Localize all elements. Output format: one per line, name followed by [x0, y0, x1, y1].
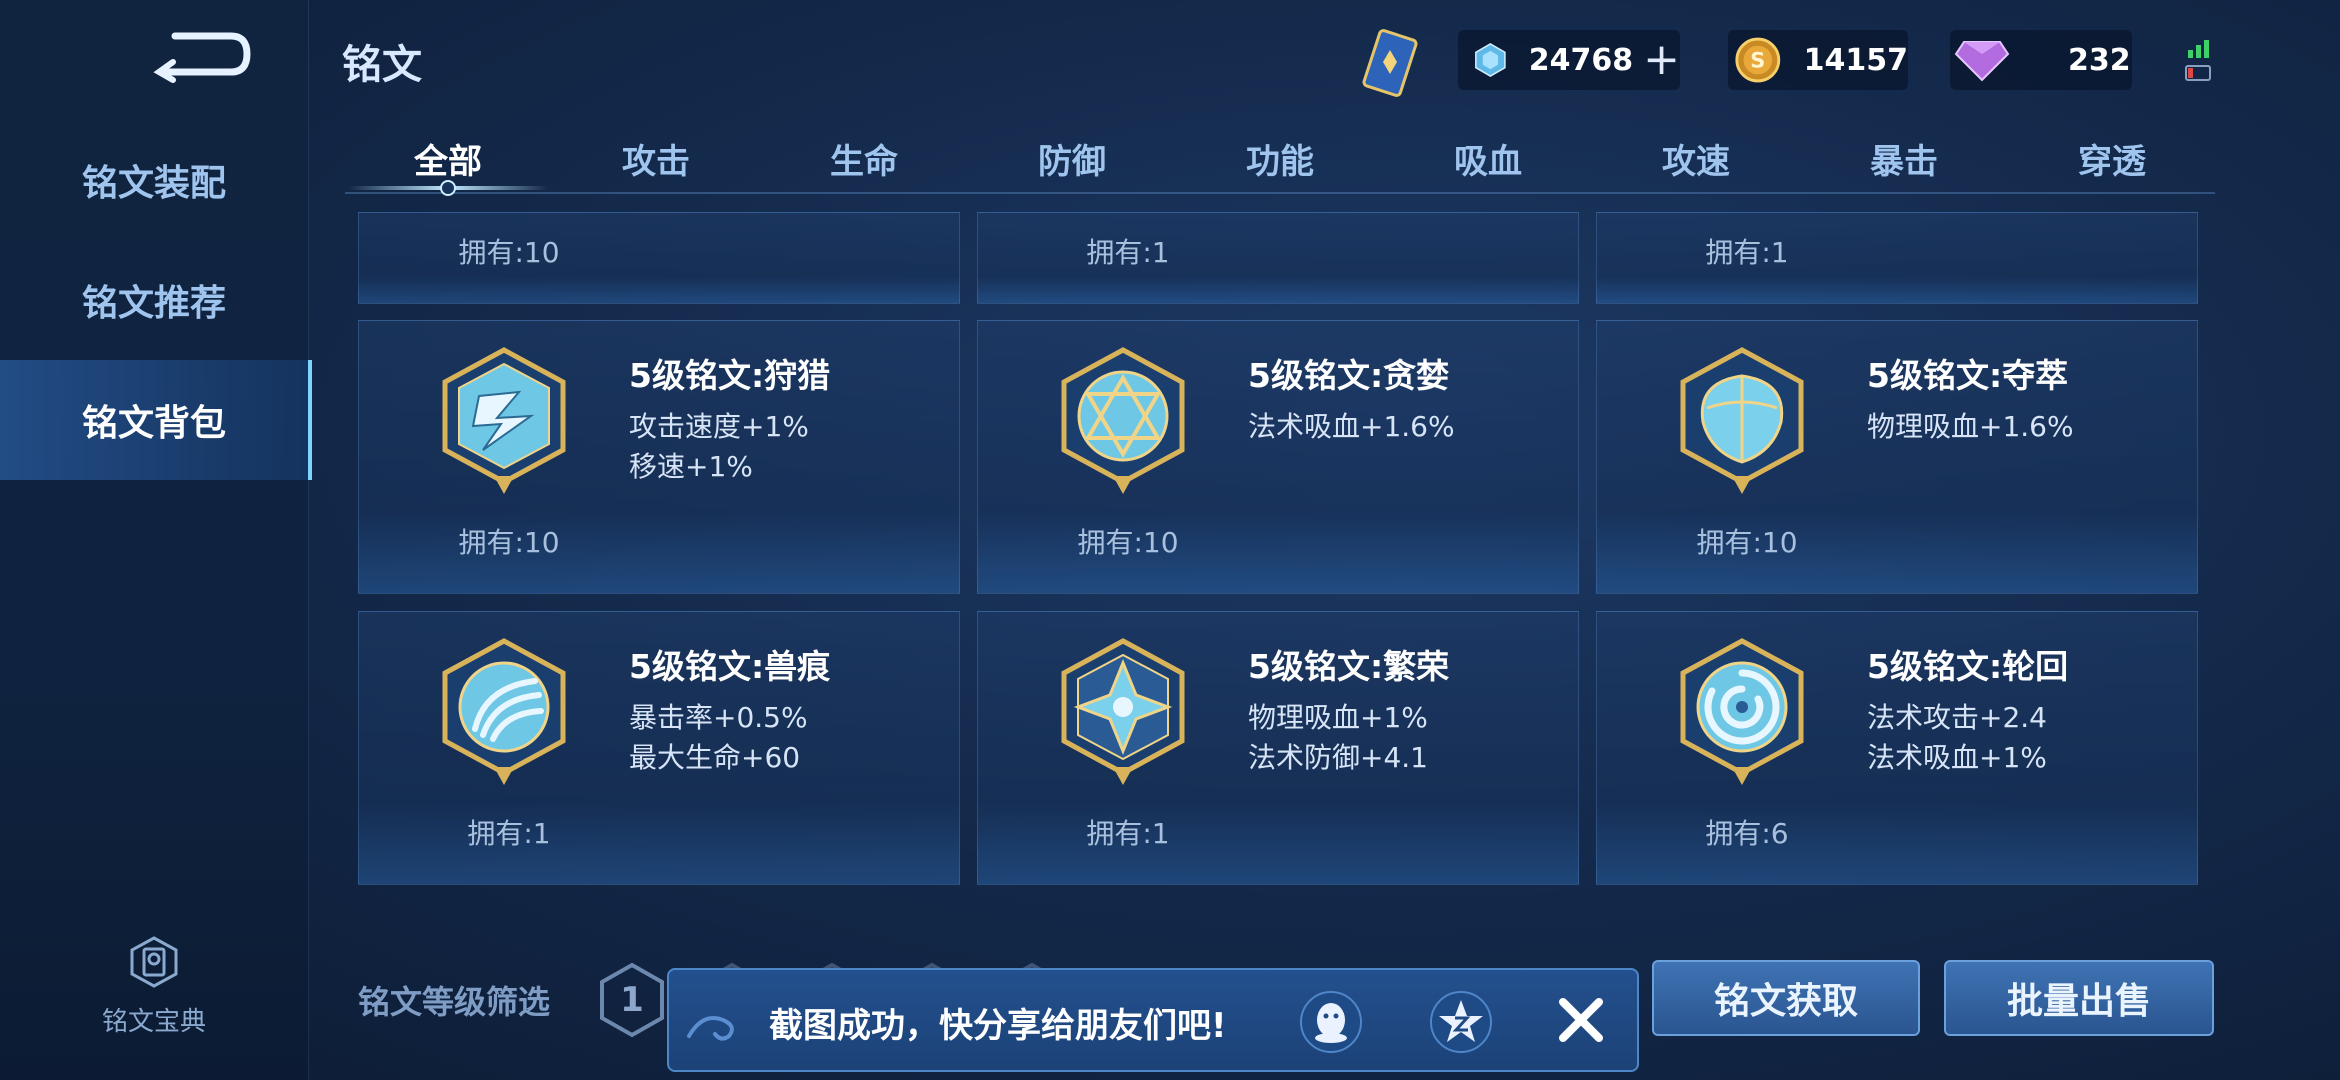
owned-count: 拥有:1	[1086, 817, 1170, 850]
sidebar-item-backpack[interactable]: 铭文背包	[0, 360, 312, 480]
plunder-rune-icon	[1680, 347, 1804, 494]
rune-card-plunder[interactable]: 5级铭文:夺萃 物理吸血+1.6% 拥有:10	[1596, 320, 2198, 594]
rune-name: 5级铭文:兽痕	[629, 647, 831, 686]
tab-utility[interactable]: 功能	[1200, 134, 1360, 183]
sidebar-item-label: 铭文背包	[81, 403, 226, 444]
category-tabs: 全部 攻击 生命 防御 功能 吸血 攻速 暴击 穿透	[345, 130, 2215, 196]
signal-battery-icon	[2185, 40, 2211, 81]
owned-count: 拥有:1	[1086, 236, 1170, 269]
coin-value: 14157	[1803, 42, 1908, 78]
sidebar-item-equip[interactable]: 铭文装配	[0, 120, 308, 240]
close-icon[interactable]	[1549, 988, 1613, 1052]
rune-attribute: 法术吸血+1%	[1867, 741, 2047, 774]
plus-icon[interactable]: +	[1643, 38, 1680, 82]
rune-name: 5级铭文:夺萃	[1867, 356, 2069, 395]
sidebar-item-recommend[interactable]: 铭文推荐	[0, 240, 308, 360]
active-tab-dot	[440, 180, 456, 196]
tab-defense[interactable]: 防御	[992, 134, 1152, 183]
acquire-runes-button[interactable]: 铭文获取	[1652, 960, 1920, 1036]
hunt-rune-icon	[442, 347, 566, 494]
coin-icon: S	[1735, 37, 1781, 83]
owned-count: 拥有:10	[1696, 526, 1798, 559]
rune-card-partial[interactable]: 拥有:1	[1596, 212, 2198, 304]
crystal-currency: 24768 +	[1458, 30, 1680, 90]
rune-card-hunt[interactable]: 5级铭文:狩猎 攻击速度+1% 移速+1% 拥有:10	[358, 320, 960, 594]
level-filter-1[interactable]: 1	[598, 962, 666, 1038]
share-toast: 截图成功，快分享给朋友们吧!	[667, 968, 1639, 1072]
rune-name: 5级铭文:狩猎	[629, 356, 831, 395]
crystal-icon	[1475, 43, 1506, 77]
rune-attribute: 暴击率+0.5%	[629, 701, 808, 734]
rune-card-partial[interactable]: 拥有:10	[358, 212, 960, 304]
rune-attribute: 攻击速度+1%	[629, 410, 809, 443]
codex-button[interactable]: 铭文宝典	[0, 935, 308, 1038]
tab-penetration[interactable]: 穿透	[2032, 134, 2192, 183]
codex-book-icon	[130, 936, 178, 988]
owned-count: 拥有:10	[458, 526, 560, 559]
gem-value: 232	[2068, 42, 2131, 78]
svg-text:S: S	[1750, 49, 1765, 73]
rune-attribute: 法术攻击+2.4	[1867, 701, 2047, 734]
owned-count: 拥有:1	[467, 817, 551, 850]
crystal-value: 24768	[1528, 42, 1634, 78]
rune-attribute: 法术吸血+1.6%	[1248, 410, 1455, 443]
prosperity-rune-icon	[1061, 638, 1185, 785]
owned-count: 拥有:10	[458, 236, 560, 269]
owned-count: 拥有:6	[1705, 817, 1789, 850]
qq-share-icon[interactable]	[1299, 990, 1363, 1054]
tab-attack[interactable]: 攻击	[576, 134, 736, 183]
rune-card-beast-mark[interactable]: 5级铭文:兽痕 暴击率+0.5% 最大生命+60 拥有:1	[358, 611, 960, 885]
rune-attribute: 物理吸血+1.6%	[1867, 410, 2074, 443]
level-filter-label: 铭文等级筛选	[358, 983, 551, 1021]
bulk-sell-button[interactable]: 批量出售	[1944, 960, 2214, 1036]
toast-message: 截图成功，快分享给朋友们吧!	[769, 1006, 1227, 1046]
rune-name: 5级铭文:繁荣	[1248, 647, 1450, 686]
tab-health[interactable]: 生命	[784, 134, 944, 183]
back-arrow-icon[interactable]	[145, 28, 255, 84]
page-title: 铭文	[342, 42, 422, 88]
rune-name: 5级铭文:轮回	[1867, 647, 2069, 686]
rune-attribute: 最大生命+60	[629, 741, 801, 774]
owned-count: 拥有:10	[1077, 526, 1179, 559]
cloud-swirl-icon	[687, 1016, 734, 1041]
diamond-icon	[1954, 41, 2010, 82]
rune-attribute: 移速+1%	[629, 450, 753, 483]
tab-attack-speed[interactable]: 攻速	[1616, 134, 1776, 183]
sidebar-item-label: 铭文装配	[81, 163, 226, 204]
beast-mark-rune-icon	[442, 638, 566, 785]
rune-card-prosperity[interactable]: 5级铭文:繁荣 物理吸血+1% 法术防御+4.1 拥有:1	[977, 611, 1579, 885]
tab-lifesteal[interactable]: 吸血	[1408, 134, 1568, 183]
samsara-rune-icon	[1680, 638, 1804, 785]
sidebar-item-label: 铭文推荐	[81, 283, 226, 324]
sidebar: 铭文装配 铭文推荐 铭文背包 铭文宝典	[0, 0, 312, 1080]
rune-card-greed[interactable]: 5级铭文:贪婪 法术吸血+1.6% 拥有:10	[977, 320, 1579, 594]
tab-critical[interactable]: 暴击	[1824, 134, 1984, 183]
owned-count: 拥有:1	[1705, 236, 1789, 269]
gem-currency: 232	[1950, 30, 2132, 90]
rune-attribute: 法术防御+4.1	[1248, 741, 1428, 774]
codex-label: 铭文宝典	[101, 1007, 206, 1037]
tab-all[interactable]: 全部	[368, 134, 528, 183]
rune-card-partial[interactable]: 拥有:1	[977, 212, 1579, 304]
rune-attribute: 物理吸血+1%	[1248, 701, 1428, 734]
coin-currency: S 14157	[1728, 30, 1908, 90]
level-number: 1	[620, 980, 644, 1020]
rune-name: 5级铭文:贪婪	[1248, 356, 1450, 395]
rune-card-samsara[interactable]: 5级铭文:轮回 法术攻击+2.4 法术吸血+1% 拥有:6	[1596, 611, 2198, 885]
qzone-share-icon[interactable]	[1429, 990, 1493, 1054]
rune-card-icon[interactable]	[1355, 28, 1425, 100]
greed-rune-icon	[1061, 347, 1185, 494]
